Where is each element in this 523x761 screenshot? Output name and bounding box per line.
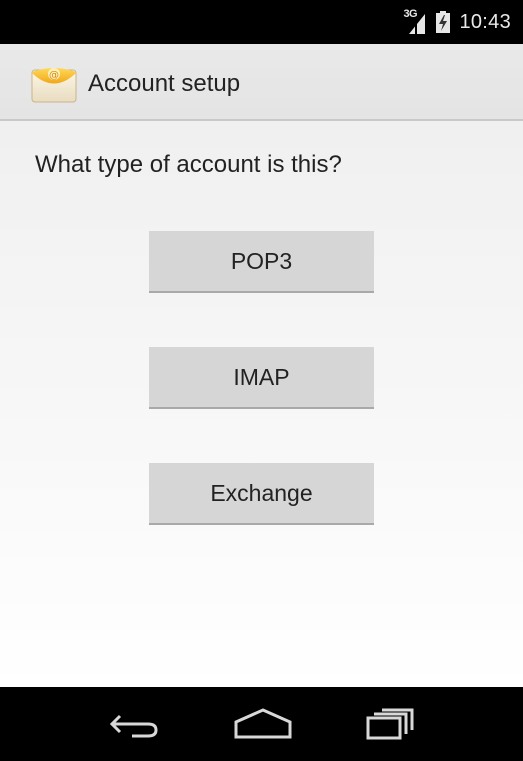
imap-button[interactable]: IMAP [149,347,374,409]
home-icon [234,708,292,739]
back-button[interactable] [76,687,196,761]
email-app-icon[interactable]: @ [30,62,78,104]
account-type-question: What type of account is this? [35,151,342,178]
network-type-label: 3G [403,8,418,20]
status-bar: 3G 10:43 [0,0,523,44]
pop3-button[interactable]: POP3 [149,231,374,293]
battery-icon [435,10,451,34]
signal-icon: 3G [403,8,427,34]
page-title: Account setup [88,70,241,97]
home-button[interactable] [203,687,323,761]
navigation-bar [0,687,523,761]
svg-text:@: @ [49,70,59,81]
exchange-button[interactable]: Exchange [149,463,374,525]
recents-icon [366,708,414,740]
back-icon [109,714,158,738]
action-bar: @ Account setup [0,44,523,121]
recents-button[interactable] [330,687,450,761]
status-icons: 3G 10:43 [403,8,511,36]
screen: 3G 10:43 @ Account setup What type of ac… [0,0,523,761]
status-clock: 10:43 [459,10,511,33]
content-area: What type of account is this? POP3 IMAP … [0,121,523,687]
